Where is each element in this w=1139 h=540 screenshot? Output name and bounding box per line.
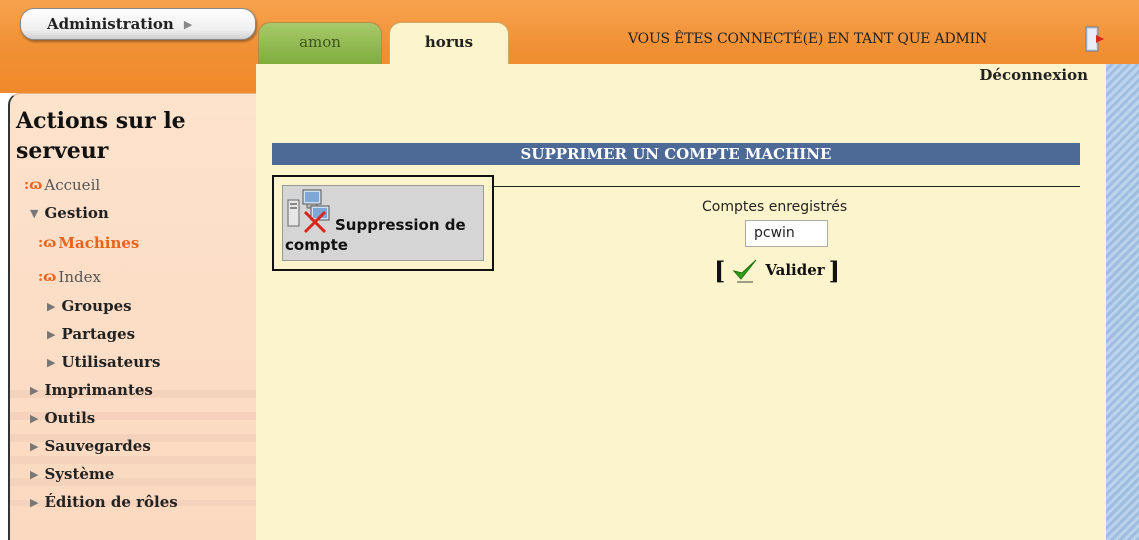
sidebar-item-label: Index <box>58 268 101 286</box>
triangle-right-icon: ▶ <box>30 467 39 481</box>
delete-account-action[interactable]: Suppression de compte <box>282 185 484 261</box>
triangle-right-icon: ▶ <box>30 495 39 509</box>
sidebar-item-label: Sauvegardes <box>44 437 151 455</box>
sidebar-item-label: Accueil <box>44 176 101 194</box>
submit-row: [ Valider ] <box>714 253 840 287</box>
logout-icon[interactable] <box>1084 26 1106 52</box>
content-area: Déconnexion <box>256 64 1106 540</box>
action-panel: Suppression de compte <box>272 175 494 271</box>
sidebar-item-label: Imprimantes <box>44 381 153 399</box>
sidebar-title: Actions sur le serveur <box>16 106 236 166</box>
section-title: SUPPRIMER UN COMPTE MACHINE <box>272 143 1080 165</box>
sidebar-item-label: Gestion <box>44 204 109 222</box>
sidebar-item-partages[interactable]: ▶ Partages <box>47 325 135 343</box>
submit-label: Valider <box>765 261 825 279</box>
triangle-right-icon: ▶ <box>30 383 39 397</box>
triangle-right-icon: ▶ <box>30 439 39 453</box>
accounts-label: Comptes enregistrés <box>702 199 848 215</box>
accounts-select[interactable]: pcwin <box>745 220 828 247</box>
tab-horus-label: horus <box>424 33 474 51</box>
submit-button[interactable]: Valider <box>731 256 825 284</box>
sidebar-item-imprimantes[interactable]: ▶ Imprimantes <box>30 381 153 399</box>
logout-link[interactable]: Déconnexion <box>979 66 1088 84</box>
sidebar-item-gestion[interactable]: ▼ Gestion <box>30 204 109 222</box>
triangle-down-icon: ▼ <box>30 206 39 220</box>
bracket-close: ] <box>828 255 841 285</box>
sidebar-item-label: Utilisateurs <box>61 353 161 371</box>
sidebar-item-accueil[interactable]: :ɷ Accueil <box>24 176 100 194</box>
right-decoration <box>1106 64 1139 540</box>
tab-amon[interactable]: amon <box>258 22 382 64</box>
connected-status: VOUS ÊTES CONNECTÉ(E) EN TANT QUE ADMIN <box>628 31 988 47</box>
sidebar-item-outils[interactable]: ▶ Outils <box>30 409 95 427</box>
triangle-right-icon: ▶ <box>47 355 56 369</box>
action-label-line2: compte <box>285 236 348 254</box>
divider <box>494 186 1080 187</box>
sidebar-title-line1: Actions sur le <box>16 108 186 134</box>
spiral-icon: :ɷ <box>38 235 57 251</box>
sidebar-item-label: Partages <box>61 325 136 343</box>
checkmark-icon <box>732 259 757 283</box>
sidebar-item-label: Outils <box>44 409 96 427</box>
tab-amon-label: amon <box>299 33 341 51</box>
sidebar-item-utilisateurs[interactable]: ▶ Utilisateurs <box>47 353 160 371</box>
sidebar-title-line2: serveur <box>16 138 109 164</box>
computer-delete-icon <box>287 189 330 234</box>
spiral-icon: :ɷ <box>24 177 43 193</box>
administration-menu-button[interactable]: Administration ▶ <box>20 8 256 40</box>
sidebar-item-label: Système <box>44 465 115 483</box>
action-label-line1: Suppression de <box>335 216 466 234</box>
triangle-right-icon: ▶ <box>47 299 56 313</box>
sidebar-item-label: Groupes <box>61 297 132 315</box>
triangle-right-icon: ▶ <box>47 327 56 341</box>
sidebar-item-groupes[interactable]: ▶ Groupes <box>47 297 132 315</box>
chevron-right-icon: ▶ <box>183 17 193 31</box>
sidebar-item-label: Édition de rôles <box>44 493 178 511</box>
bracket-open: [ <box>714 255 726 285</box>
sidebar-item-sauvegardes[interactable]: ▶ Sauvegardes <box>30 437 151 455</box>
sidebar-item-label: Machines <box>58 234 140 252</box>
spiral-icon: :ɷ <box>38 269 57 285</box>
tab-horus[interactable]: horus <box>389 22 509 64</box>
sidebar-item-systeme[interactable]: ▶ Système <box>30 465 114 483</box>
sidebar-item-index[interactable]: :ɷ Index <box>38 268 101 286</box>
administration-label: Administration <box>47 15 174 33</box>
sidebar-item-machines[interactable]: :ɷ Machines <box>38 234 139 252</box>
sidebar-item-edition-roles[interactable]: ▶ Édition de rôles <box>30 493 178 511</box>
triangle-right-icon: ▶ <box>30 411 39 425</box>
